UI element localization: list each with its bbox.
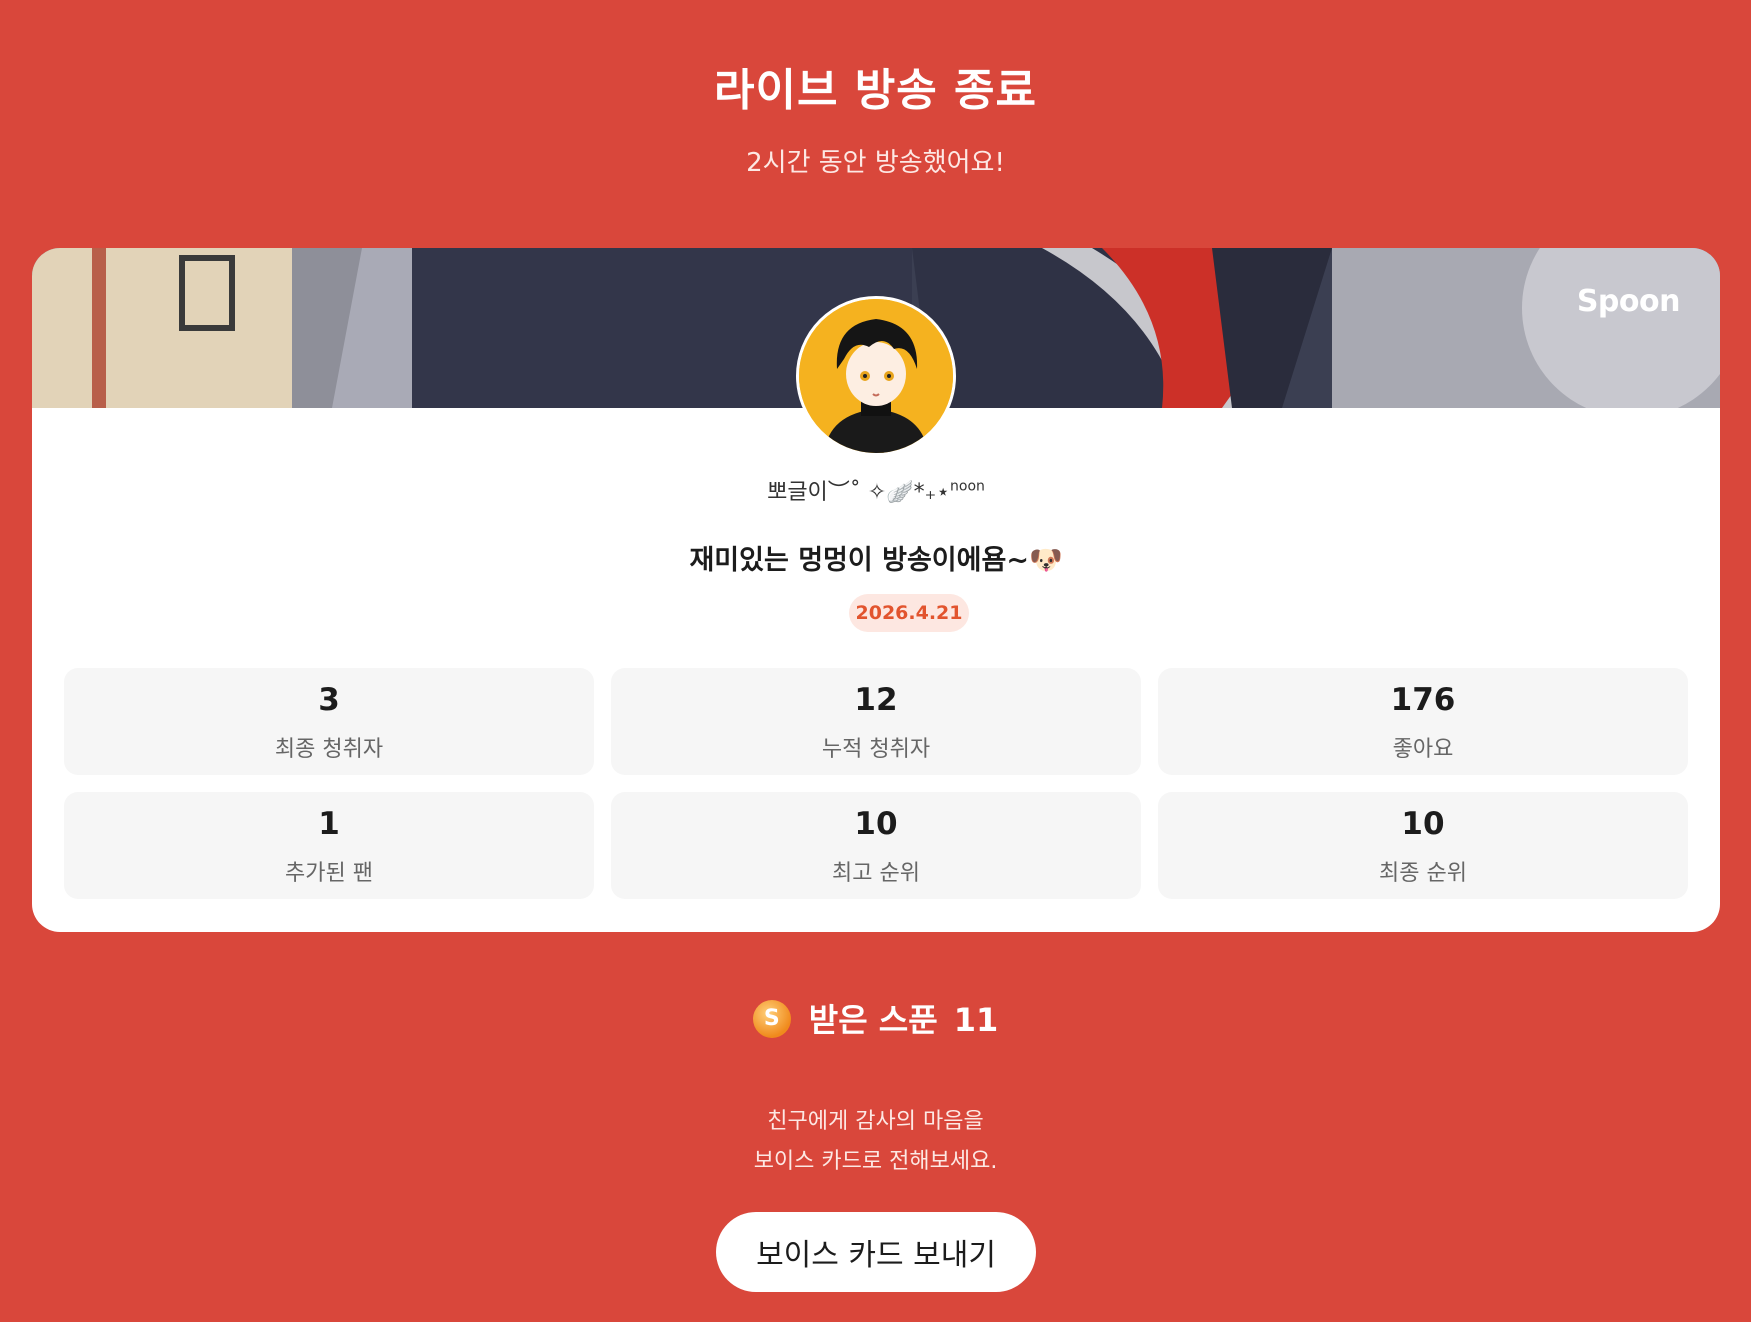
stat-likes: 176 좋아요 — [1158, 668, 1688, 775]
stat-value: 176 — [1390, 682, 1456, 718]
profile-avatar[interactable] — [796, 296, 956, 456]
stat-final-rank: 10 최종 순위 — [1158, 792, 1688, 899]
stat-label: 최종 순위 — [1379, 861, 1467, 886]
received-spoons: S 받은 스푼 11 — [0, 995, 1751, 1041]
streamer-nickname: 뽀글이︶˚ ✧🪽*₊⋆noon — [767, 478, 985, 505]
stat-label: 누적 청취자 — [821, 737, 931, 762]
stat-label: 최종 청취자 — [274, 737, 384, 762]
stat-best-rank: 10 최고 순위 — [611, 792, 1141, 899]
voice-card-prompt: 친구에게 감사의 마음을 보이스 카드로 전해보세요. — [0, 1102, 1751, 1182]
stat-value: 1 — [318, 806, 340, 842]
page-title: 라이브 방송 종료 — [714, 65, 1037, 116]
received-spoons-label: 받은 스푼 — [808, 1001, 938, 1039]
spoon-coin-icon: S — [752, 1000, 791, 1038]
stat-value: 10 — [854, 806, 898, 842]
voice-card-prompt-line2: 보이스 카드로 전해보세요. — [753, 1149, 998, 1174]
stat-label: 최고 순위 — [832, 861, 920, 886]
stat-value: 12 — [854, 682, 898, 718]
date-badge: 2026.4.21 — [849, 594, 969, 632]
voice-card-prompt-line1: 친구에게 감사의 마음을 — [767, 1109, 984, 1134]
spoon-logo: Spoon — [1576, 284, 1681, 319]
stat-final-listeners: 3 최종 청취자 — [64, 668, 594, 775]
broadcast-duration: 2시간 동안 방송했어요! — [746, 148, 1005, 178]
received-spoons-count: 11 — [953, 1001, 999, 1039]
stat-value: 3 — [318, 682, 340, 718]
send-voice-card-button[interactable]: 보이스 카드 보내기 — [716, 1212, 1036, 1292]
stat-total-listeners: 12 누적 청취자 — [611, 668, 1141, 775]
stat-value: 10 — [1401, 806, 1445, 842]
stat-label: 추가된 팬 — [285, 861, 373, 886]
broadcast-title: 재미있는 멍멍이 방송이에욤~🐶 — [689, 545, 1063, 576]
stat-new-fans: 1 추가된 팬 — [64, 792, 594, 899]
broadcast-summary-card: Spoon 뽀글이︶˚ ✧🪽*₊⋆noon 재미있는 멍멍이 방송이에욤~🐶 2… — [32, 248, 1720, 932]
stat-label: 좋아요 — [1392, 737, 1454, 762]
